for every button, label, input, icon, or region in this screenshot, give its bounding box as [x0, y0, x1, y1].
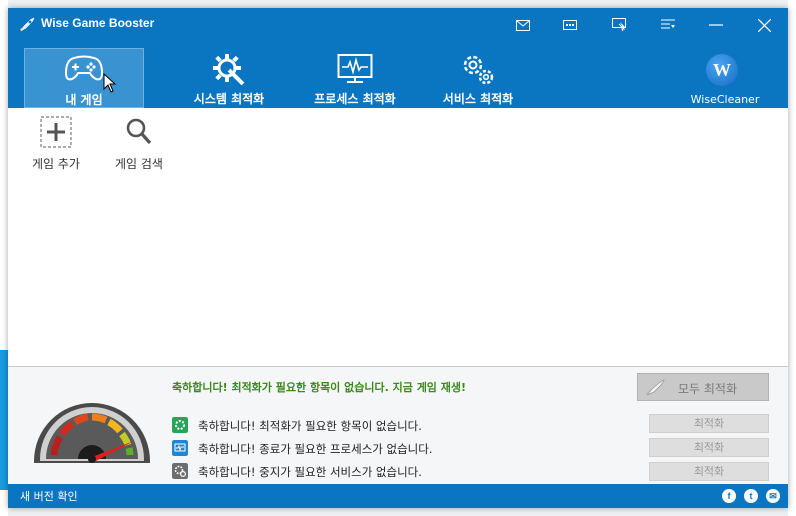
speedometer-icon — [34, 403, 150, 463]
tab-service-optimize[interactable]: 서비스 최적화 — [418, 48, 538, 108]
optimize-all-button[interactable]: 모두 최적화 — [637, 373, 769, 401]
status-text: 축하합니다! 종료가 필요한 프로세스가 없습니다. — [198, 442, 433, 456]
brand-label: WiseCleaner — [690, 93, 760, 106]
add-icon — [40, 116, 72, 148]
tab-label: 프로세스 최적화 — [314, 92, 396, 106]
twitter-icon[interactable]: t — [744, 489, 758, 503]
close-icon[interactable] — [753, 15, 775, 35]
tab-label: 서비스 최적화 — [442, 92, 514, 106]
chat-icon[interactable] — [559, 15, 581, 35]
facebook-icon[interactable]: f — [722, 489, 736, 503]
search-game-label: 게임 검색 — [115, 157, 163, 171]
wisecleaner-logo-icon: W — [706, 54, 738, 86]
tab-my-games[interactable]: 내 게임 — [24, 48, 144, 108]
gear-wrench-icon — [213, 54, 245, 86]
optimization-panel: 축하합니다! 최적화가 필요한 항목이 없습니다. 지금 게임 재생! 축하합니… — [8, 366, 788, 485]
wisecleaner-link[interactable]: W WiseCleaner — [680, 52, 770, 108]
add-game-label: 게임 추가 — [32, 157, 80, 171]
monitor-pulse-icon — [337, 54, 373, 83]
search-icon — [123, 116, 155, 148]
gamepad-icon — [64, 55, 104, 81]
tab-process-optimize[interactable]: 프로세스 최적화 — [292, 48, 418, 108]
add-game-button[interactable]: 게임 추가 — [16, 116, 96, 172]
status-text: 축하합니다! 중지가 필요한 서비스가 없습니다. — [198, 465, 422, 479]
status-text: 축하합니다! 최적화가 필요한 항목이 없습니다. — [198, 419, 422, 433]
service-icon — [172, 463, 188, 479]
gears-icon — [463, 55, 494, 85]
rocket-logo-icon — [20, 17, 35, 32]
mail-icon[interactable] — [512, 15, 534, 35]
app-window: Wise Game Booster 내 게임 시스템 최적화 프로세스 최적화 … — [8, 8, 788, 508]
menu-icon[interactable] — [657, 15, 679, 35]
mouse-cursor-icon — [103, 73, 117, 93]
feedback-icon[interactable] — [609, 15, 631, 35]
desktop-background-left — [0, 0, 14, 516]
game-list-area: 게임 추가 게임 검색 — [8, 108, 788, 366]
optimize-all-label: 모두 최적화 — [678, 382, 738, 396]
minimize-icon[interactable] — [705, 15, 727, 35]
title-bar: Wise Game Booster — [8, 8, 788, 42]
tab-label: 시스템 최적화 — [193, 92, 265, 106]
search-game-button[interactable]: 게임 검색 — [99, 116, 179, 172]
main-nav: 내 게임 시스템 최적화 프로세스 최적화 서비스 최적화 W WiseClea… — [8, 42, 788, 108]
system-icon — [172, 417, 188, 433]
tab-label: 내 게임 — [65, 93, 103, 107]
tab-system-optimize[interactable]: 시스템 최적화 — [164, 48, 294, 108]
process-icon — [172, 440, 188, 456]
status-headline: 축하합니다! 최적화가 필요한 항목이 없습니다. 지금 게임 재생! — [172, 381, 467, 394]
desktop-background-right — [788, 0, 796, 516]
status-bar: 새 버전 확인 f t ✉ — [8, 484, 788, 508]
optimize-service-button[interactable]: 최적화 — [649, 462, 769, 481]
rocket-icon — [646, 379, 665, 396]
app-title: Wise Game Booster — [41, 16, 155, 30]
optimize-system-button[interactable]: 최적화 — [649, 414, 769, 433]
optimize-process-button[interactable]: 최적화 — [649, 438, 769, 457]
email-share-icon[interactable]: ✉ — [766, 489, 780, 503]
check-new-version-link[interactable]: 새 버전 확인 — [20, 488, 78, 504]
